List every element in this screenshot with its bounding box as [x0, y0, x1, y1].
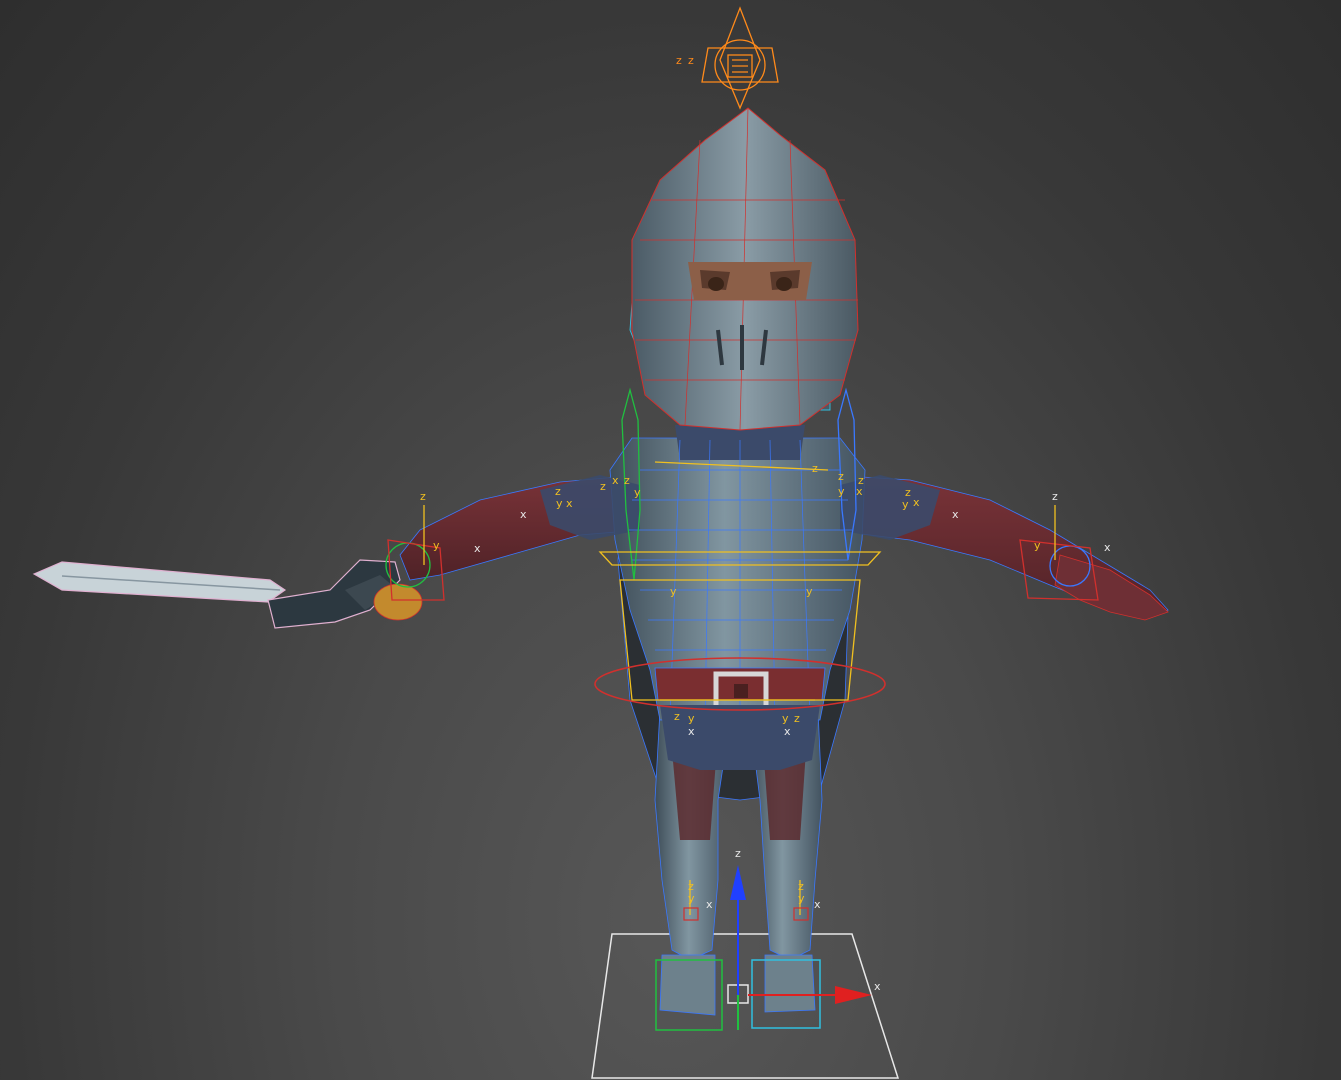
svg-text:z: z [674, 710, 680, 723]
scene-canvas[interactable]: z z z z y x x z y x z x z y z z y z x z … [0, 0, 1341, 1080]
svg-text:y: y [688, 892, 695, 905]
svg-text:z: z [838, 470, 844, 483]
svg-text:x: x [706, 898, 713, 911]
svg-text:y: y [782, 712, 789, 725]
ground-plane-helper[interactable] [591, 933, 900, 1079]
svg-text:x: x [612, 474, 619, 487]
svg-text:x: x [474, 542, 481, 555]
svg-text:x: x [1104, 541, 1111, 554]
head-axis-z: z [676, 54, 682, 67]
svg-text:y: y [670, 585, 677, 598]
svg-text:z: z [812, 462, 818, 475]
svg-text:x: x [952, 508, 959, 521]
head-gizmo[interactable] [701, 6, 779, 110]
hand-right[interactable] [373, 583, 423, 621]
svg-text:y: y [806, 585, 813, 598]
svg-text:x: x [566, 497, 573, 510]
foot-right[interactable] [659, 954, 716, 1016]
foot-left[interactable] [764, 954, 816, 1013]
svg-text:x: x [784, 725, 791, 738]
svg-text:z: z [420, 490, 426, 503]
svg-text:x: x [913, 496, 920, 509]
svg-text:y: y [1034, 539, 1041, 552]
3d-viewport[interactable]: z z z z y x x z y x z x z y z z y z x z … [0, 0, 1341, 1080]
gizmo-axis-z: z [735, 847, 741, 860]
svg-text:y: y [433, 539, 440, 552]
svg-text:y: y [688, 712, 695, 725]
sword[interactable] [32, 559, 401, 629]
svg-text:z: z [1052, 490, 1058, 503]
svg-text:x: x [688, 725, 695, 738]
svg-text:y: y [556, 497, 563, 510]
eye-left [776, 277, 792, 291]
svg-text:y: y [838, 485, 845, 498]
svg-text:x: x [814, 898, 821, 911]
svg-text:z: z [600, 480, 606, 493]
svg-text:y: y [798, 892, 805, 905]
head-axis-z2: z [688, 54, 694, 67]
svg-text:z: z [794, 712, 800, 725]
svg-text:x: x [520, 508, 527, 521]
svg-text:y: y [634, 486, 641, 499]
svg-text:z: z [624, 474, 630, 487]
eye-right [708, 277, 724, 291]
svg-text:x: x [856, 485, 863, 498]
svg-text:y: y [902, 498, 909, 511]
hand-left[interactable] [1054, 554, 1169, 621]
svg-text:x: x [874, 980, 881, 993]
